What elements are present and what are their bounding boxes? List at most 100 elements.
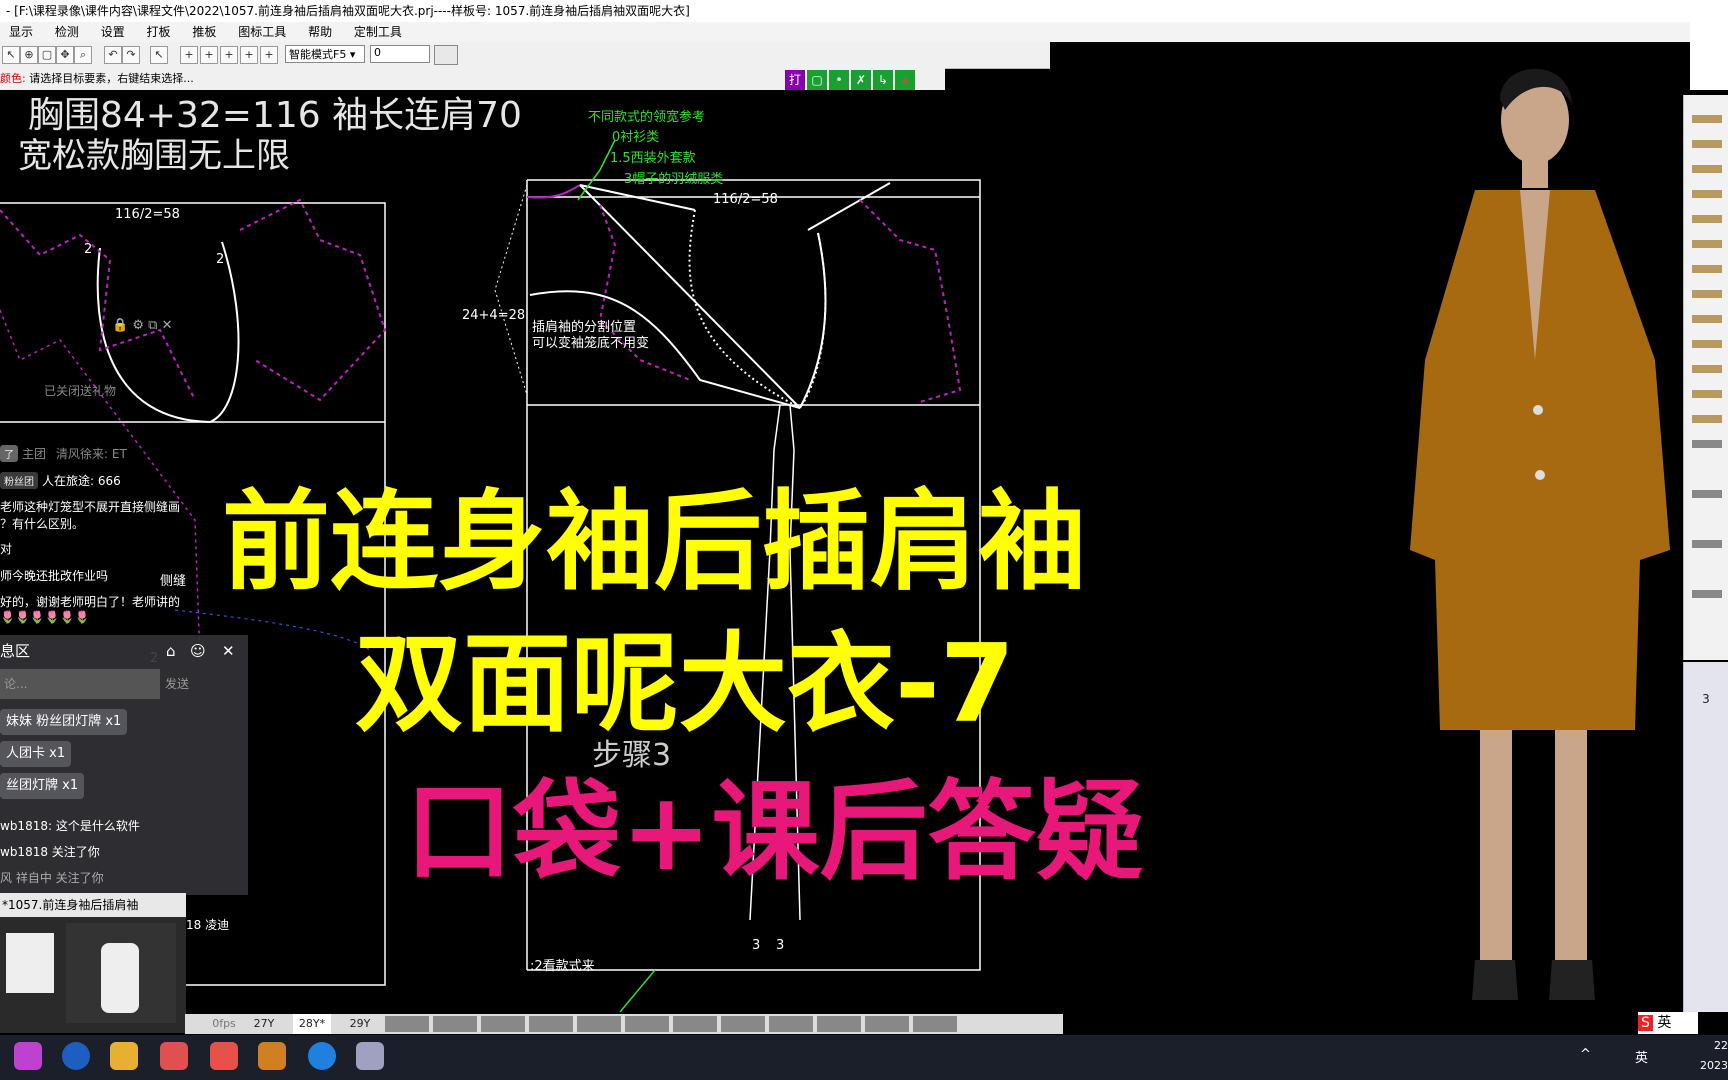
zoom-in-icon[interactable]: ⊕ — [20, 46, 38, 64]
layer-slot[interactable] — [481, 1016, 525, 1032]
mark-2a-label: 2 — [84, 242, 93, 257]
settings-icon[interactable]: ⚙ — [132, 318, 144, 333]
loose-note: 宽松款胸围无上限 — [18, 136, 290, 176]
window-title: - [F:\课程录像\课件内容\课程文件\2022\1057.前连身袖后插肩袖双… — [6, 4, 690, 18]
quick-text-button[interactable]: a — [895, 70, 915, 90]
layer-slot[interactable] — [913, 1016, 957, 1032]
menu-icon-tools[interactable]: 图标工具 — [229, 22, 295, 42]
tray-ime[interactable]: 英 — [1635, 1047, 1648, 1066]
ime-lang: 英 — [1657, 1015, 1672, 1031]
gift3-count: x1 — [62, 778, 79, 793]
thumb-pattern-image — [6, 933, 54, 993]
app-3d-icon[interactable] — [356, 1042, 384, 1070]
sogou-icon: S — [1638, 1015, 1653, 1031]
chat-header-right: 清风徐来: ET — [56, 447, 127, 461]
chat-msg-6: wb1818: 这个是什么软件 — [0, 819, 140, 833]
layer-tab-29y[interactable]: 29Y — [341, 1014, 379, 1034]
bottom-note: :2看款式来 — [530, 959, 595, 974]
popout-icon[interactable]: ⧉ — [148, 318, 157, 333]
fan-user: 人在旅途: — [42, 474, 95, 488]
point-tool-3-icon[interactable]: + — [220, 46, 238, 64]
overlay-title-line2: 双面呢大衣-7 — [355, 622, 1015, 747]
overlay-title-line3: 口袋+课后答疑 — [405, 770, 1144, 895]
chat-msg-8: 风 祥自中 关注了你 — [0, 871, 104, 885]
zoom-window-icon[interactable]: ▢ — [38, 46, 56, 64]
layer-slot[interactable] — [625, 1016, 669, 1032]
mode-select[interactable]: 智能模式F5 ▾ — [285, 45, 365, 63]
dart-3b-label: 3 — [776, 938, 785, 953]
folder-icon[interactable] — [110, 1042, 138, 1070]
point-tool-icon[interactable]: + — [180, 46, 198, 64]
quick-point-button[interactable]: • — [829, 70, 849, 90]
redo-icon[interactable]: ↷ — [122, 46, 140, 64]
send-button[interactable]: 发送 — [165, 669, 205, 699]
layer-slot[interactable] — [721, 1016, 765, 1032]
select-tool-icon[interactable]: ↖ — [2, 46, 20, 64]
app-shield-icon[interactable] — [62, 1042, 90, 1070]
message-input[interactable]: 论... — [0, 669, 160, 699]
message-panel-title: 息区 — [0, 642, 31, 660]
app-pattern-icon[interactable] — [14, 1042, 42, 1070]
menu-custom-tools[interactable]: 定制工具 — [345, 22, 411, 42]
status-prefix: 颜色: — [0, 72, 26, 85]
layer-tab-fps: 0fps — [212, 1017, 236, 1030]
tray-time[interactable]: 22 — [1714, 1039, 1728, 1052]
browser-icon[interactable] — [308, 1042, 336, 1070]
layer-tab-27y[interactable]: 27Y — [245, 1014, 283, 1034]
avatar-3d-model — [1410, 68, 1670, 1000]
overlay-controls: 🔒 ⚙ ⧉ ✕ — [112, 318, 208, 340]
close-icon[interactable]: ✕ — [162, 318, 173, 333]
quick-cut-button[interactable]: ✗ — [851, 70, 871, 90]
menu-grade[interactable]: 推板 — [183, 22, 225, 42]
mode-input[interactable]: 0 — [370, 45, 430, 63]
chat-flowers: 🌷🌷🌷🌷🌷🌷 — [0, 610, 90, 624]
emoji-icon[interactable]: ☺ — [190, 635, 206, 667]
menu-check[interactable]: 检测 — [46, 22, 88, 42]
back-width-label: 116/2=58 — [115, 207, 180, 222]
point-tool-2-icon[interactable]: + — [200, 46, 218, 64]
select-point-icon[interactable]: ↖ — [150, 46, 168, 64]
layer-slot[interactable] — [577, 1016, 621, 1032]
undo-icon[interactable]: ↶ — [104, 46, 122, 64]
menu-settings[interactable]: 设置 — [92, 22, 134, 42]
thumb-avatar-image — [66, 923, 176, 1023]
quick-arrow-button[interactable]: ↳ — [873, 70, 893, 90]
gift2-item: 人团卡 — [6, 746, 46, 761]
chat-msg-4: 师今晚还批改作业吗 — [0, 569, 109, 583]
layer-slot[interactable] — [385, 1016, 429, 1032]
layer-slot[interactable] — [529, 1016, 573, 1032]
tray-expand-icon[interactable]: ^ — [1580, 1047, 1591, 1062]
tray-date[interactable]: 2023 — [1700, 1059, 1728, 1072]
point-tool-5-icon[interactable]: + — [260, 46, 278, 64]
zoom-fit-icon[interactable]: ⌕ — [74, 46, 92, 64]
gift1-item: 粉丝团灯牌 — [36, 714, 102, 729]
chat-header-badge: 了 — [0, 445, 18, 462]
lock-icon[interactable]: 🔒 — [112, 318, 128, 333]
thumbnail-preview[interactable]: *1057.前连身袖后插肩袖 — [0, 893, 186, 1033]
layer-slot[interactable] — [817, 1016, 861, 1032]
layer-slot[interactable] — [769, 1016, 813, 1032]
quick-draft-button[interactable]: 打 — [785, 70, 805, 90]
thumbnail-title: *1057.前连身袖后插肩袖 — [0, 893, 186, 917]
cursor-tool-button[interactable] — [434, 45, 458, 65]
message-panel: 息区 ⌂ ☺ ✕ 论... 发送 妹妹 粉丝团灯牌 x1 人团卡 x1 丝团灯牌… — [0, 635, 248, 895]
gift3-item: 丝团灯牌 — [6, 778, 59, 793]
menu-draft[interactable]: 打板 — [138, 22, 180, 42]
panel-close-icon[interactable]: ✕ — [222, 635, 235, 667]
app-butterfly-icon[interactable] — [258, 1042, 286, 1070]
layer-slot[interactable] — [673, 1016, 717, 1032]
point-tool-4-icon[interactable]: + — [240, 46, 258, 64]
pan-icon[interactable]: ✥ — [56, 46, 74, 64]
app-game-icon[interactable] — [160, 1042, 188, 1070]
app-video-icon[interactable] — [210, 1042, 238, 1070]
menu-display[interactable]: 显示 — [0, 22, 42, 42]
gift-icon[interactable]: ⌂ — [166, 635, 176, 667]
ime-indicator[interactable]: S 英 — [1638, 1012, 1698, 1034]
layer-tab-28y[interactable]: 28Y* — [293, 1014, 331, 1034]
menu-help[interactable]: 帮助 — [299, 22, 341, 42]
layer-slot[interactable] — [433, 1016, 477, 1032]
gift1-count: x1 — [105, 714, 122, 729]
quick-rect-button[interactable]: ▢ — [807, 70, 827, 90]
layer-slot[interactable] — [865, 1016, 909, 1032]
collar-ref-1-5: 1.5西装外套款 — [610, 151, 696, 166]
